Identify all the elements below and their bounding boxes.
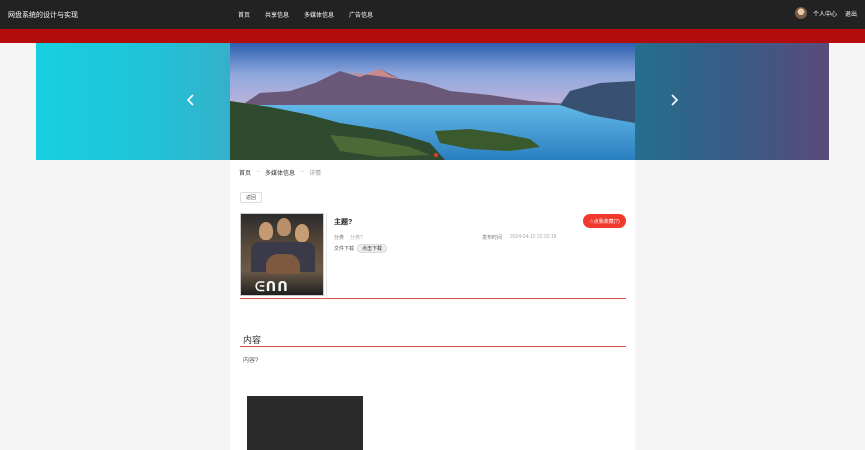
publish-label: 发布时间 [482, 235, 503, 241]
publish-value: 2024-04-12 22:32:18 [510, 234, 557, 240]
avatar[interactable] [794, 7, 807, 19]
carousel-prev-button[interactable] [184, 93, 198, 107]
user-center-link[interactable]: 个人中心 [813, 9, 837, 18]
breadcrumb-home[interactable]: 首页 [239, 168, 251, 177]
divider-vertical [326, 213, 327, 298]
carousel-slide-current [230, 43, 635, 160]
content-heading: 内容 [243, 335, 262, 345]
breadcrumb-separator: → [299, 168, 306, 174]
file-download-label: 文件下载 [334, 246, 355, 252]
banner-carousel [36, 43, 829, 160]
detail-title: 主题? [334, 219, 353, 226]
category-value: 分类? [350, 235, 363, 241]
section-divider [240, 298, 626, 299]
top-navbar: 网盘系统的设计与实现 首页 共享信息 多媒体信息 广告信息 个人中心 退出 [0, 0, 865, 29]
detail-panel: 首页 → 多媒体信息 → 详情 返回 ᕮᑎᑎ 主题? ☆点我收藏(?) 分类 分… [230, 160, 635, 450]
accent-bar [0, 29, 865, 43]
back-button[interactable]: 返回 [240, 192, 262, 203]
nav-ad-info[interactable]: 广告信息 [349, 10, 373, 19]
nav-home[interactable]: 首页 [238, 10, 250, 19]
carousel-next-button[interactable] [667, 93, 681, 107]
category-label: 分类 [334, 235, 345, 241]
poster-image: ᕮᑎᑎ [240, 213, 324, 296]
media-player[interactable] [247, 396, 363, 450]
breadcrumb-category[interactable]: 多媒体信息 [265, 168, 295, 177]
collect-button[interactable]: ☆点我收藏(?) [583, 214, 626, 228]
breadcrumb-current: 详情 [309, 171, 322, 177]
carousel-slide-next [635, 43, 829, 160]
site-title: 网盘系统的设计与实现 [8, 12, 78, 19]
breadcrumb: 首页 → 多媒体信息 → 详情 [239, 168, 325, 177]
file-download-row: 文件下载 点击下载 [334, 244, 388, 253]
download-button[interactable]: 点击下载 [357, 244, 388, 253]
nav-shared-info[interactable]: 共享信息 [265, 10, 289, 19]
chevron-right-icon [671, 94, 679, 106]
publish-row: 发布时间 2024-04-12 22:32:18 [482, 234, 556, 241]
category-row: 分类 分类? [334, 234, 363, 241]
chevron-left-icon [186, 94, 194, 106]
main-nav: 首页 共享信息 多媒体信息 广告信息 [238, 10, 388, 19]
content-body: 内容? [243, 358, 259, 364]
landscape-image [230, 43, 635, 160]
logout-link[interactable]: 退出 [845, 9, 857, 18]
user-box: 个人中心 退出 [794, 7, 857, 19]
carousel-slide-prev [36, 43, 230, 160]
section-divider [240, 346, 626, 347]
download-label: 点击下载 [362, 246, 383, 252]
nav-multimedia-info[interactable]: 多媒体信息 [304, 10, 334, 19]
breadcrumb-separator: → [255, 168, 262, 174]
